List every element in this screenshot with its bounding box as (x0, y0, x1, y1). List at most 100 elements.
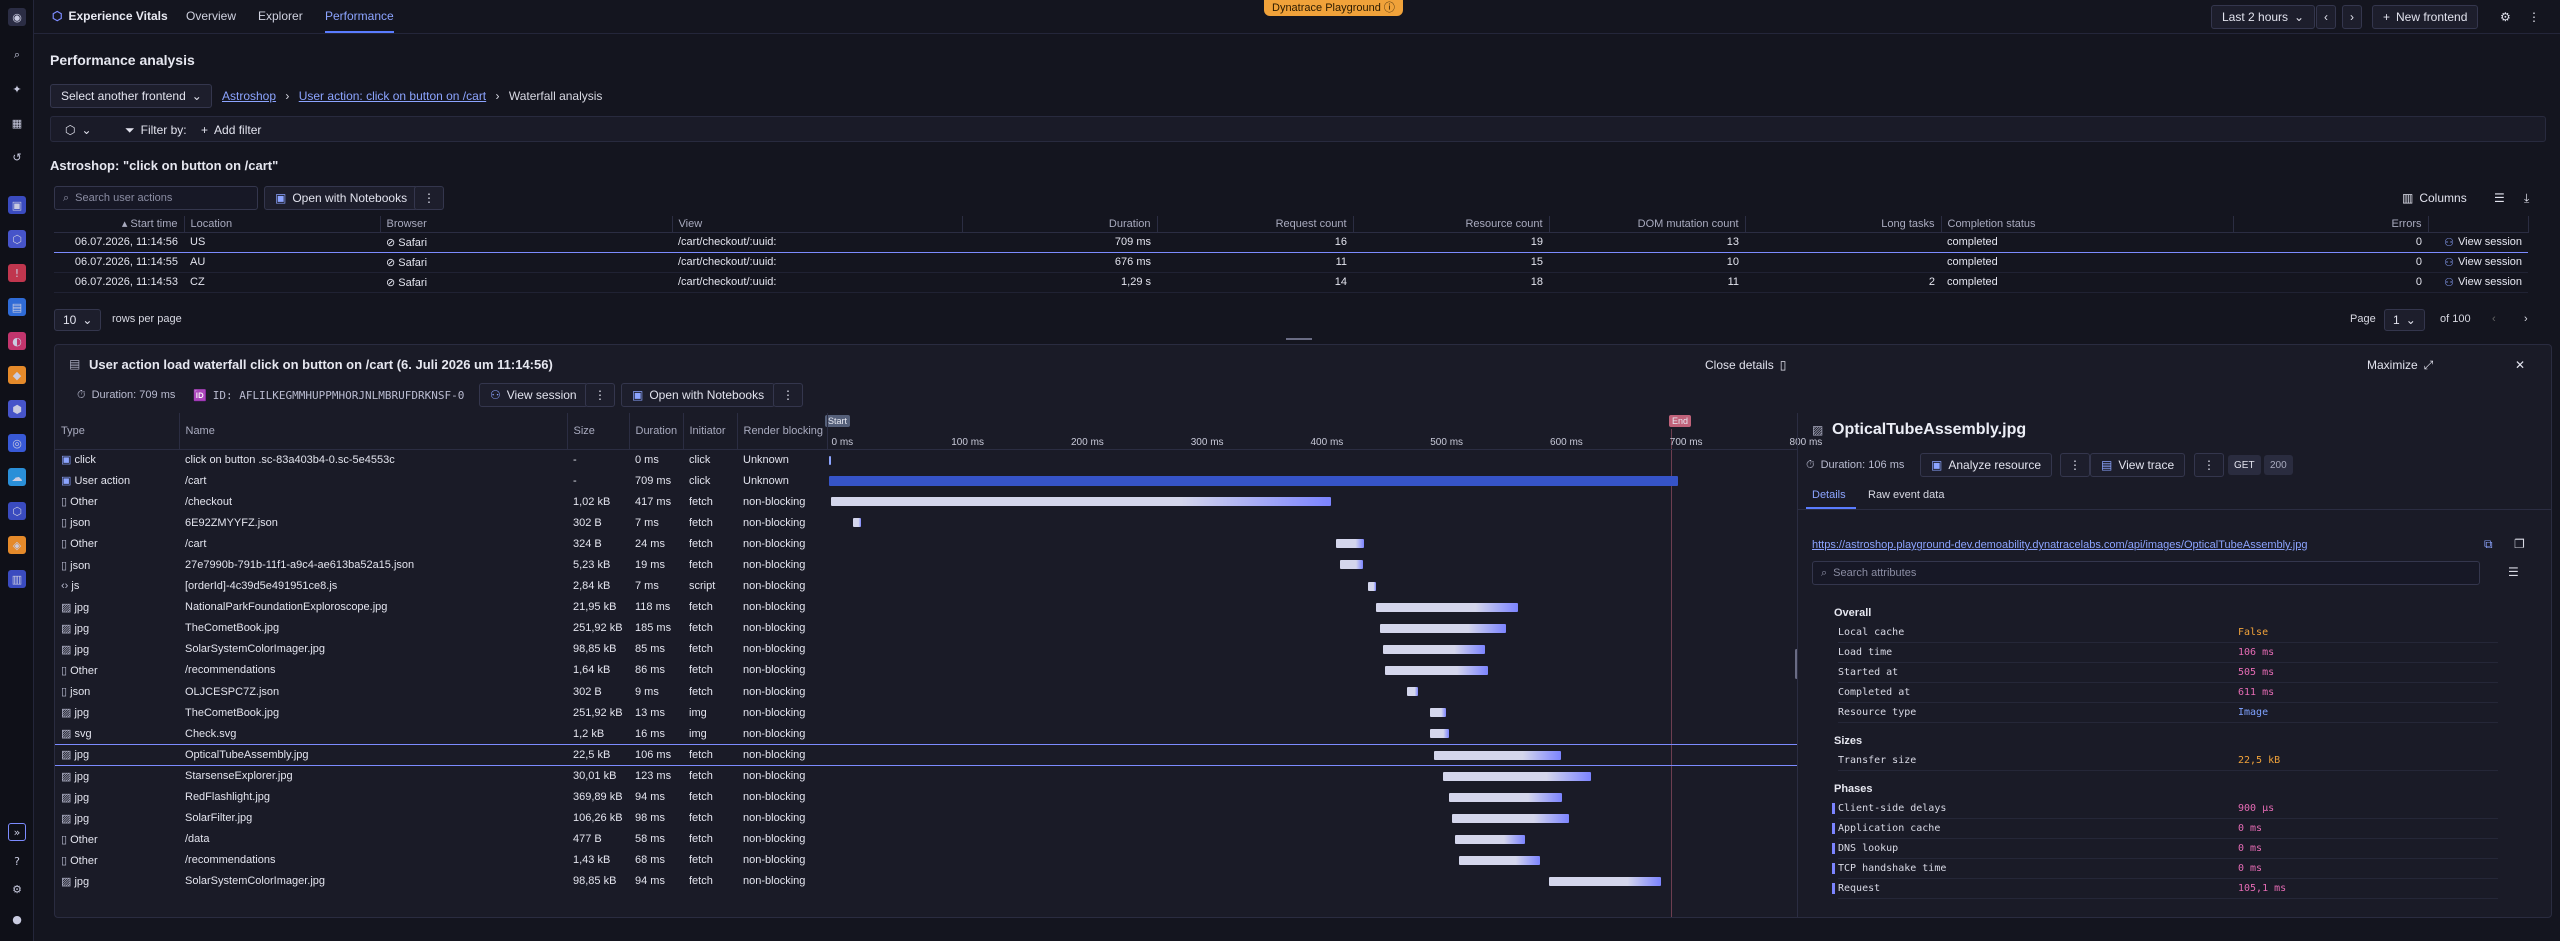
user-avatar-icon[interactable]: ● (8, 910, 26, 928)
waterfall-bar[interactable] (1383, 644, 1486, 654)
app-pin-3-icon[interactable]: ! (8, 264, 26, 282)
view-session-link[interactable]: ⚇ View session (2434, 276, 2522, 289)
resource-url-link[interactable]: https://astroshop.playground-dev.demoabi… (1812, 539, 2307, 551)
app-pin-2-icon[interactable]: ⬡ (8, 230, 26, 248)
view-session-button[interactable]: ⚇ View session (479, 383, 588, 407)
col-errors[interactable]: Errors (2233, 216, 2429, 233)
wf-col-initiator[interactable]: Initiator (683, 413, 738, 450)
waterfall-row[interactable]: ‹› js [orderId]-4c39d5e491951ce8.js 2,84… (55, 576, 1797, 597)
breadcrumb-user-action[interactable]: User action: click on button on /cart (299, 89, 486, 103)
new-frontend-button[interactable]: + New frontend (2372, 5, 2479, 29)
app-pin-7-icon[interactable]: ⬢ (8, 400, 26, 418)
expand-rail-icon[interactable]: » (8, 823, 26, 841)
app-pin-experience-vitals-icon[interactable]: ▤ (8, 298, 26, 316)
waterfall-row[interactable]: ▨ jpg RedFlashlight.jpg 369,89 kB 94 ms … (55, 787, 1797, 808)
more-icon-3[interactable]: ⋮ (2060, 453, 2090, 477)
next-page-button[interactable]: › (2524, 313, 2528, 325)
open-notebooks-button[interactable]: ▣ Open with Notebooks (264, 186, 419, 210)
tab-raw-event-data[interactable]: Raw event data (1868, 489, 1944, 501)
waterfall-row[interactable]: ▯ Other /recommendations 1,64 kB 86 ms f… (55, 660, 1797, 681)
more-icon-2[interactable]: ⋮ (773, 383, 803, 407)
waterfall-bar[interactable] (1379, 623, 1506, 633)
waterfall-row[interactable]: ▨ jpg NationalParkFoundationExploroscope… (55, 597, 1797, 618)
apps-grid-icon[interactable]: ▦ (8, 114, 26, 132)
waterfall-row[interactable]: ▨ jpg SolarSystemColorImager.jpg 98,85 k… (55, 871, 1797, 892)
more-actions-button[interactable]: ⋮ (414, 186, 444, 210)
search-attributes-input[interactable]: ⌕ Search attributes (1812, 561, 2480, 585)
download-icon[interactable]: ⤓ (2514, 186, 2539, 210)
add-filter-button[interactable]: + Add filter (191, 118, 271, 142)
app-pin-11-icon[interactable]: ◈ (8, 536, 26, 554)
waterfall-bar[interactable] (1433, 750, 1561, 760)
dynatrace-logo-icon[interactable]: ◉ (8, 8, 26, 26)
columns-button[interactable]: ▥ Columns (2392, 186, 2477, 210)
col-completion-status[interactable]: Completion status (1941, 216, 2234, 233)
wf-col-render-blocking[interactable]: Render blocking (737, 413, 828, 450)
waterfall-row[interactable]: ▯ Other /checkout 1,02 kB 417 ms fetch n… (55, 491, 1797, 512)
app-pin-9-icon[interactable]: ☁ (8, 468, 26, 486)
waterfall-bar[interactable] (1443, 771, 1591, 781)
waterfall-bar[interactable] (829, 455, 831, 465)
waterfall-row[interactable]: ▨ jpg TheCometBook.jpg 251,92 kB 185 ms … (55, 618, 1797, 639)
waterfall-row[interactable]: ▨ svg Check.svg 1,2 kB 16 ms img non-blo… (55, 723, 1797, 744)
close-details-button[interactable]: Close details ▯ (1695, 353, 1796, 377)
rows-per-page-select[interactable]: 10 ⌄ (54, 309, 102, 331)
breadcrumb-astroshop[interactable]: Astroshop (222, 89, 276, 103)
user-action-row[interactable]: 06.07.2026, 11:14:55 AU ⊘ Safari /cart/c… (54, 252, 2528, 273)
waterfall-bar[interactable] (1376, 602, 1518, 612)
prev-page-button[interactable]: ‹ (2492, 313, 2496, 325)
segment-selector[interactable]: ⬡ ⌄ (55, 118, 102, 142)
more-icon[interactable]: ⋮ (2518, 5, 2550, 29)
waterfall-bar[interactable] (1335, 539, 1365, 549)
close-icon[interactable]: ✕ (2505, 353, 2535, 377)
waterfall-bar[interactable] (831, 497, 1331, 507)
timeframe-selector[interactable]: Last 2 hours ⌄ (2211, 5, 2316, 29)
waterfall-row[interactable]: ▨ jpg OpticalTubeAssembly.jpg 22,5 kB 10… (55, 743, 1797, 766)
waterfall-row[interactable]: ▯ json OLJCESPC7Z.json 302 B 9 ms fetch … (55, 681, 1797, 702)
waterfall-row[interactable]: ▯ Other /cart 324 B 24 ms fetch non-bloc… (55, 533, 1797, 554)
waterfall-row[interactable]: ▨ jpg SolarSystemColorImager.jpg 98,85 k… (55, 639, 1797, 660)
waterfall-bar[interactable] (1340, 560, 1364, 570)
waterfall-bar[interactable] (1430, 729, 1450, 739)
waterfall-row[interactable]: ▯ json 27e7990b-791b-11f1-a9c4-ae613ba52… (55, 554, 1797, 575)
app-pin-5-icon[interactable]: ◐ (8, 332, 26, 350)
view-trace-button[interactable]: ▤ View trace (2090, 453, 2186, 477)
col-resource-count[interactable]: Resource count (1353, 216, 1550, 233)
filter-list-icon[interactable]: ☰ (2508, 565, 2519, 579)
search-user-actions-input[interactable]: ⌕ Search user actions (54, 186, 258, 210)
waterfall-bar[interactable] (1367, 581, 1377, 591)
resize-handle[interactable] (1286, 338, 1312, 340)
col-start-time[interactable]: ▴ Start time (54, 216, 185, 233)
wf-col-duration[interactable]: Duration (629, 413, 684, 450)
waterfall-row[interactable]: ▨ jpg TheCometBook.jpg 251,92 kB 13 ms i… (55, 702, 1797, 723)
waterfall-row[interactable]: ▯ json 6E92ZMYYFZ.json 302 B 7 ms fetch … (55, 512, 1797, 533)
view-session-link[interactable]: ⚇ View session (2434, 256, 2522, 269)
open-external-icon[interactable]: ⧉ (2484, 537, 2493, 552)
waterfall-bar[interactable] (1407, 687, 1419, 697)
wf-col-size[interactable]: Size (567, 413, 630, 450)
ai-icon[interactable]: ✦ (8, 80, 26, 98)
waterfall-bar[interactable] (829, 476, 1679, 487)
waterfall-bar[interactable] (1384, 665, 1488, 675)
select-frontend-dropdown[interactable]: Select another frontend ⌄ (50, 84, 212, 108)
view-session-link[interactable]: ⚇ View session (2434, 236, 2522, 249)
waterfall-bar[interactable] (1449, 792, 1562, 802)
waterfall-bar[interactable] (852, 518, 862, 528)
timeframe-forward-button[interactable]: › (2342, 5, 2362, 29)
maximize-button[interactable]: Maximize ⤢ (2357, 353, 2443, 377)
settings-rail-icon[interactable]: ⚙ (8, 880, 26, 898)
waterfall-bar[interactable] (1455, 834, 1525, 844)
waterfall-row[interactable]: ▣ User action /cart - 709 ms click Unkno… (55, 470, 1797, 491)
col-duration[interactable]: Duration (962, 216, 1158, 233)
waterfall-row[interactable]: ▨ jpg SolarFilter.jpg 106,26 kB 98 ms fe… (55, 808, 1797, 829)
waterfall-row[interactable]: ▯ Other /recommendations 1,43 kB 68 ms f… (55, 850, 1797, 871)
table-settings-icon[interactable]: ☰ (2484, 186, 2515, 210)
col-dom-mutation-count[interactable]: DOM mutation count (1549, 216, 1746, 233)
col-location[interactable]: Location (184, 216, 381, 233)
col-view[interactable]: View (672, 216, 963, 233)
help-icon[interactable]: ? (8, 852, 26, 870)
open-notebooks-button-2[interactable]: ▣ Open with Notebooks (621, 383, 776, 407)
app-pin-10-icon[interactable]: ⬡ (8, 502, 26, 520)
waterfall-bar[interactable] (1451, 813, 1570, 823)
nav-performance[interactable]: Performance (325, 9, 394, 33)
